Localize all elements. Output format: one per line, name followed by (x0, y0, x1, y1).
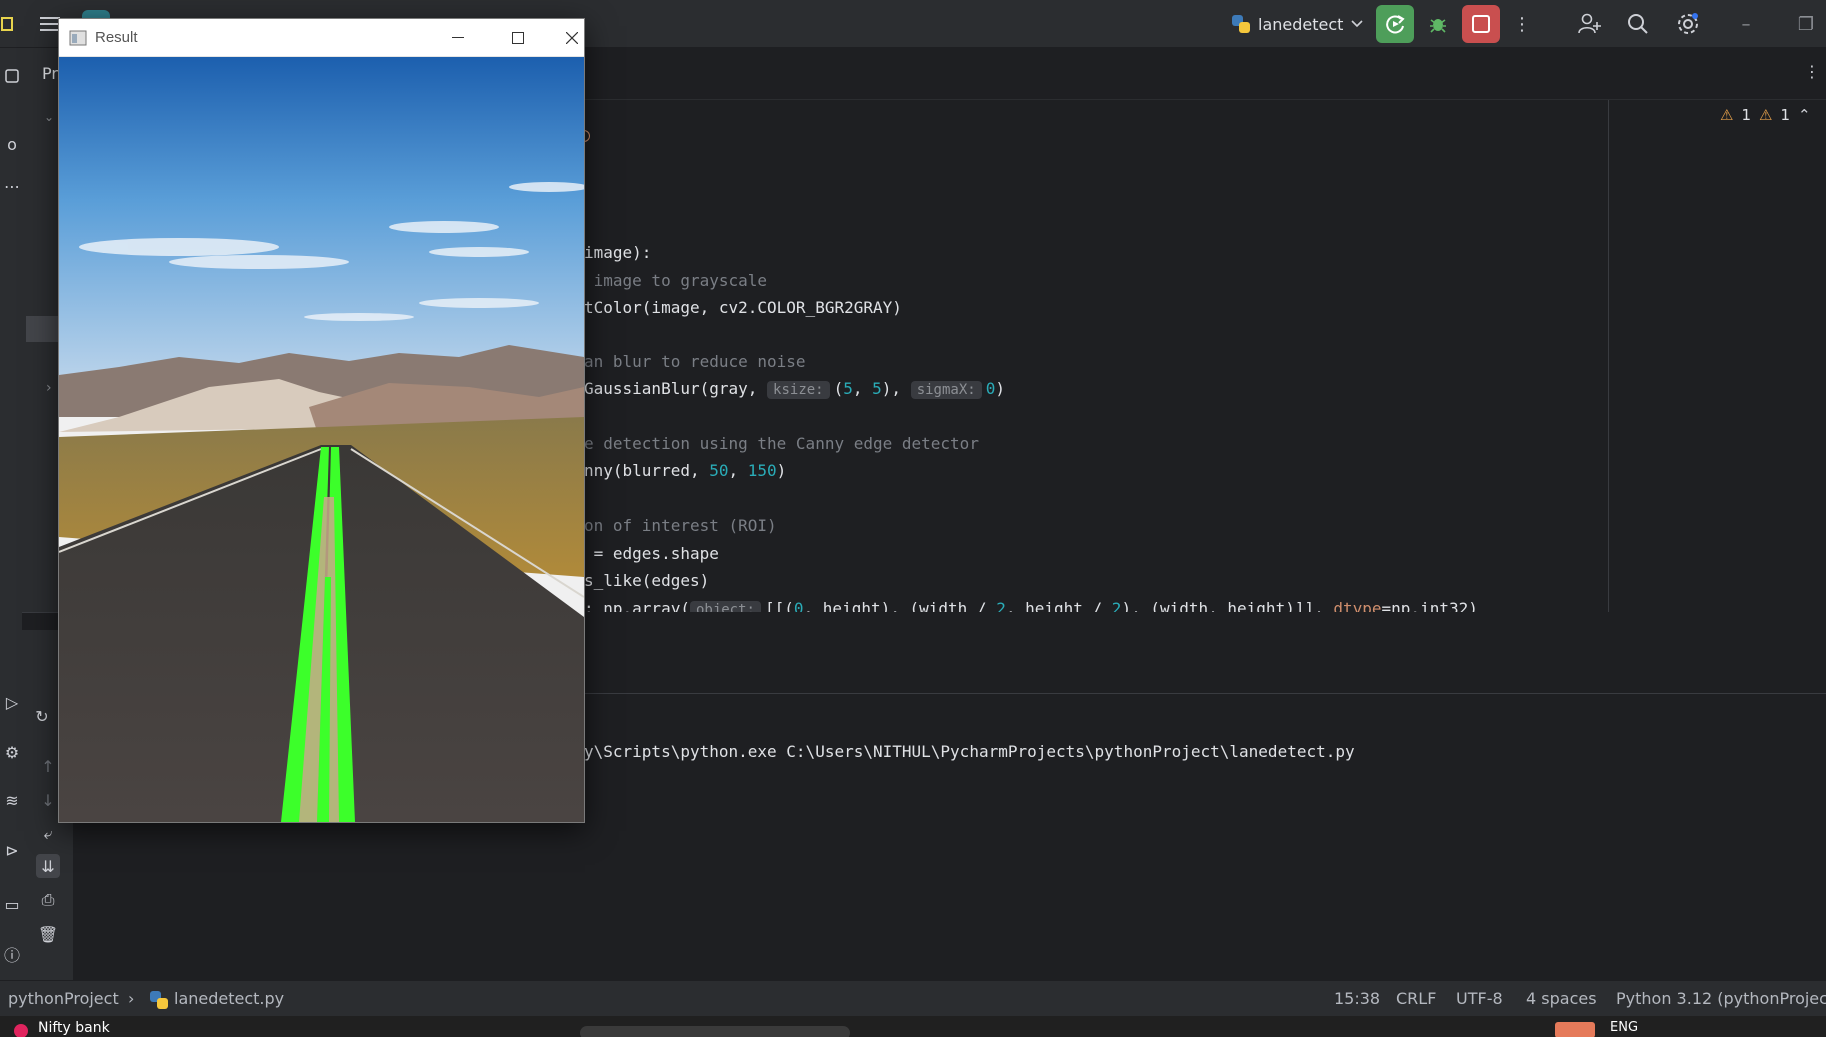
terminal-icon[interactable]: ▭ (0, 892, 24, 916)
inlay-hint: ksize: (767, 381, 830, 399)
weak-warning-count: 1 (1780, 106, 1790, 124)
add-user-icon[interactable] (1574, 8, 1606, 40)
code-editor[interactable]: image): image to grayscale tColor(image,… (584, 100, 1826, 612)
project-tool-icon[interactable] (0, 64, 24, 88)
inspection-widget[interactable]: ⚠ 1 ⚠ 1 ⌃ (1720, 106, 1811, 124)
commit-tool-icon[interactable]: o (0, 132, 24, 156)
inlay-hint: sigmaX: (910, 381, 982, 399)
run-panel-header (584, 612, 1826, 694)
chevron-up-icon[interactable]: ⌃ (1798, 106, 1811, 124)
breadcrumb-project[interactable]: pythonProject (8, 989, 119, 1008)
python-icon (1232, 15, 1250, 33)
code-line: image to grayscale (584, 271, 768, 290)
code-line: image): (584, 243, 652, 262)
lane-detection-image (59, 57, 584, 822)
restore-window-icon[interactable]: ❐ (1790, 8, 1822, 40)
services-icon[interactable]: ⊳ (0, 838, 24, 862)
code-line: nny(blurred, 50, 150) (584, 461, 787, 480)
file-encoding[interactable]: UTF-8 (1456, 989, 1503, 1008)
app-menu-icon[interactable] (0, 8, 14, 40)
console-output[interactable]: y\Scripts\python.exe C:\Users\NITHUL\Pyc… (584, 742, 1355, 761)
python-packages-icon[interactable]: ⚙ (0, 740, 24, 764)
line-separator[interactable]: CRLF (1396, 989, 1436, 1008)
scroll-up-icon[interactable]: ↑ (36, 754, 60, 778)
trash-icon[interactable]: 🗑 (36, 922, 60, 946)
code-line: s_like(edges) (584, 571, 710, 590)
problems-icon[interactable]: ⓘ (0, 942, 24, 966)
taskbar-item-label[interactable]: Nifty bank (38, 1020, 110, 1036)
layers-icon[interactable]: ≋ (0, 788, 24, 812)
minimize-button[interactable] (435, 23, 481, 53)
more-tabs-icon[interactable]: ⋮ (1804, 62, 1820, 81)
editor-right-margin (1608, 100, 1609, 612)
os-taskbar: Nifty bank ENG (0, 1016, 1826, 1037)
indent-setting[interactable]: 4 spaces (1526, 989, 1597, 1008)
breadcrumb-file[interactable]: lanedetect.py (174, 989, 284, 1008)
language-indicator[interactable]: ENG (1610, 1020, 1638, 1035)
minimize-icon (452, 37, 464, 38)
code-line: GaussianBlur(gray, ksize: (5, 5), sigmaX:… (584, 379, 1005, 399)
caret-position[interactable]: 15:38 (1334, 989, 1380, 1008)
search-icon[interactable] (1622, 8, 1654, 40)
weak-warning-icon: ⚠ (1759, 106, 1773, 124)
rerun-button[interactable] (1376, 5, 1414, 43)
rerun-icon (1386, 15, 1405, 34)
run-config-selector[interactable]: lanedetect (1232, 12, 1363, 36)
more-vertical-icon[interactable]: ⋮ (1506, 8, 1538, 40)
more-tools-icon[interactable]: ⋯ (0, 174, 24, 198)
minimize-window-icon[interactable]: – (1730, 8, 1762, 40)
editor-tab-bar: ⋮ (584, 48, 1826, 100)
left-tool-strip: o ⋯ ▷ ⚙ ≋ ⊳ ▭ ⓘ ᛘ (0, 48, 24, 1012)
settings-gear-icon[interactable] (1672, 8, 1704, 40)
warning-count: 1 (1741, 106, 1751, 124)
inlay-hint: object: (689, 601, 761, 612)
rerun-small-icon[interactable]: ↻ (30, 704, 54, 728)
warning-icon: ⚠ (1720, 106, 1734, 124)
code-line: on of interest (ROI) (584, 516, 777, 535)
tree-chevron-right-icon[interactable]: › (46, 380, 52, 396)
scroll-to-end-icon[interactable]: ⇊ (36, 854, 60, 878)
tree-chevron-down-icon[interactable]: ⌄ (44, 110, 54, 124)
breadcrumb-separator-icon: › (128, 989, 135, 1008)
status-bar: pythonProject › lanedetect.py 15:38 CRLF… (0, 980, 1826, 1016)
run-config-label: lanedetect (1258, 14, 1344, 34)
window-app-icon (69, 30, 87, 46)
taskbar-app-icon[interactable] (1555, 1022, 1595, 1037)
close-button[interactable] (549, 23, 584, 53)
maximize-button[interactable] (495, 23, 541, 53)
stop-icon (1472, 15, 1490, 33)
chevron-down-icon (1351, 20, 1363, 28)
code-line: an blur to reduce noise (584, 352, 806, 371)
maximize-icon (512, 32, 524, 44)
result-window[interactable]: Result (58, 18, 585, 823)
result-window-titlebar[interactable]: Result (59, 19, 584, 57)
code-line: tColor(image, cv2.COLOR_BGR2GRAY) (584, 298, 902, 317)
python-interpreter[interactable]: Python 3.12 (pythonProject (1616, 989, 1826, 1008)
result-window-title: Result (95, 29, 138, 46)
project-panel-title: Pr (42, 64, 58, 83)
notification-badge (14, 1024, 28, 1037)
python-file-icon (150, 991, 168, 1009)
code-line: e detection using the Canny edge detecto… (584, 434, 979, 453)
debug-bug-icon[interactable] (1422, 8, 1454, 40)
code-line: : np.array(object: [[(0, height), (width … (584, 596, 1478, 612)
scroll-down-icon[interactable]: ↓ (36, 788, 60, 812)
run-tool-icon[interactable]: ▷ (0, 690, 24, 714)
print-icon[interactable]: ⎙ (36, 888, 60, 912)
soft-wrap-icon[interactable]: ⤶ (36, 822, 60, 846)
stop-button[interactable] (1462, 5, 1500, 43)
taskbar-search-box[interactable] (580, 1026, 850, 1037)
close-icon (566, 32, 578, 44)
code-line: = edges.shape (584, 544, 719, 563)
